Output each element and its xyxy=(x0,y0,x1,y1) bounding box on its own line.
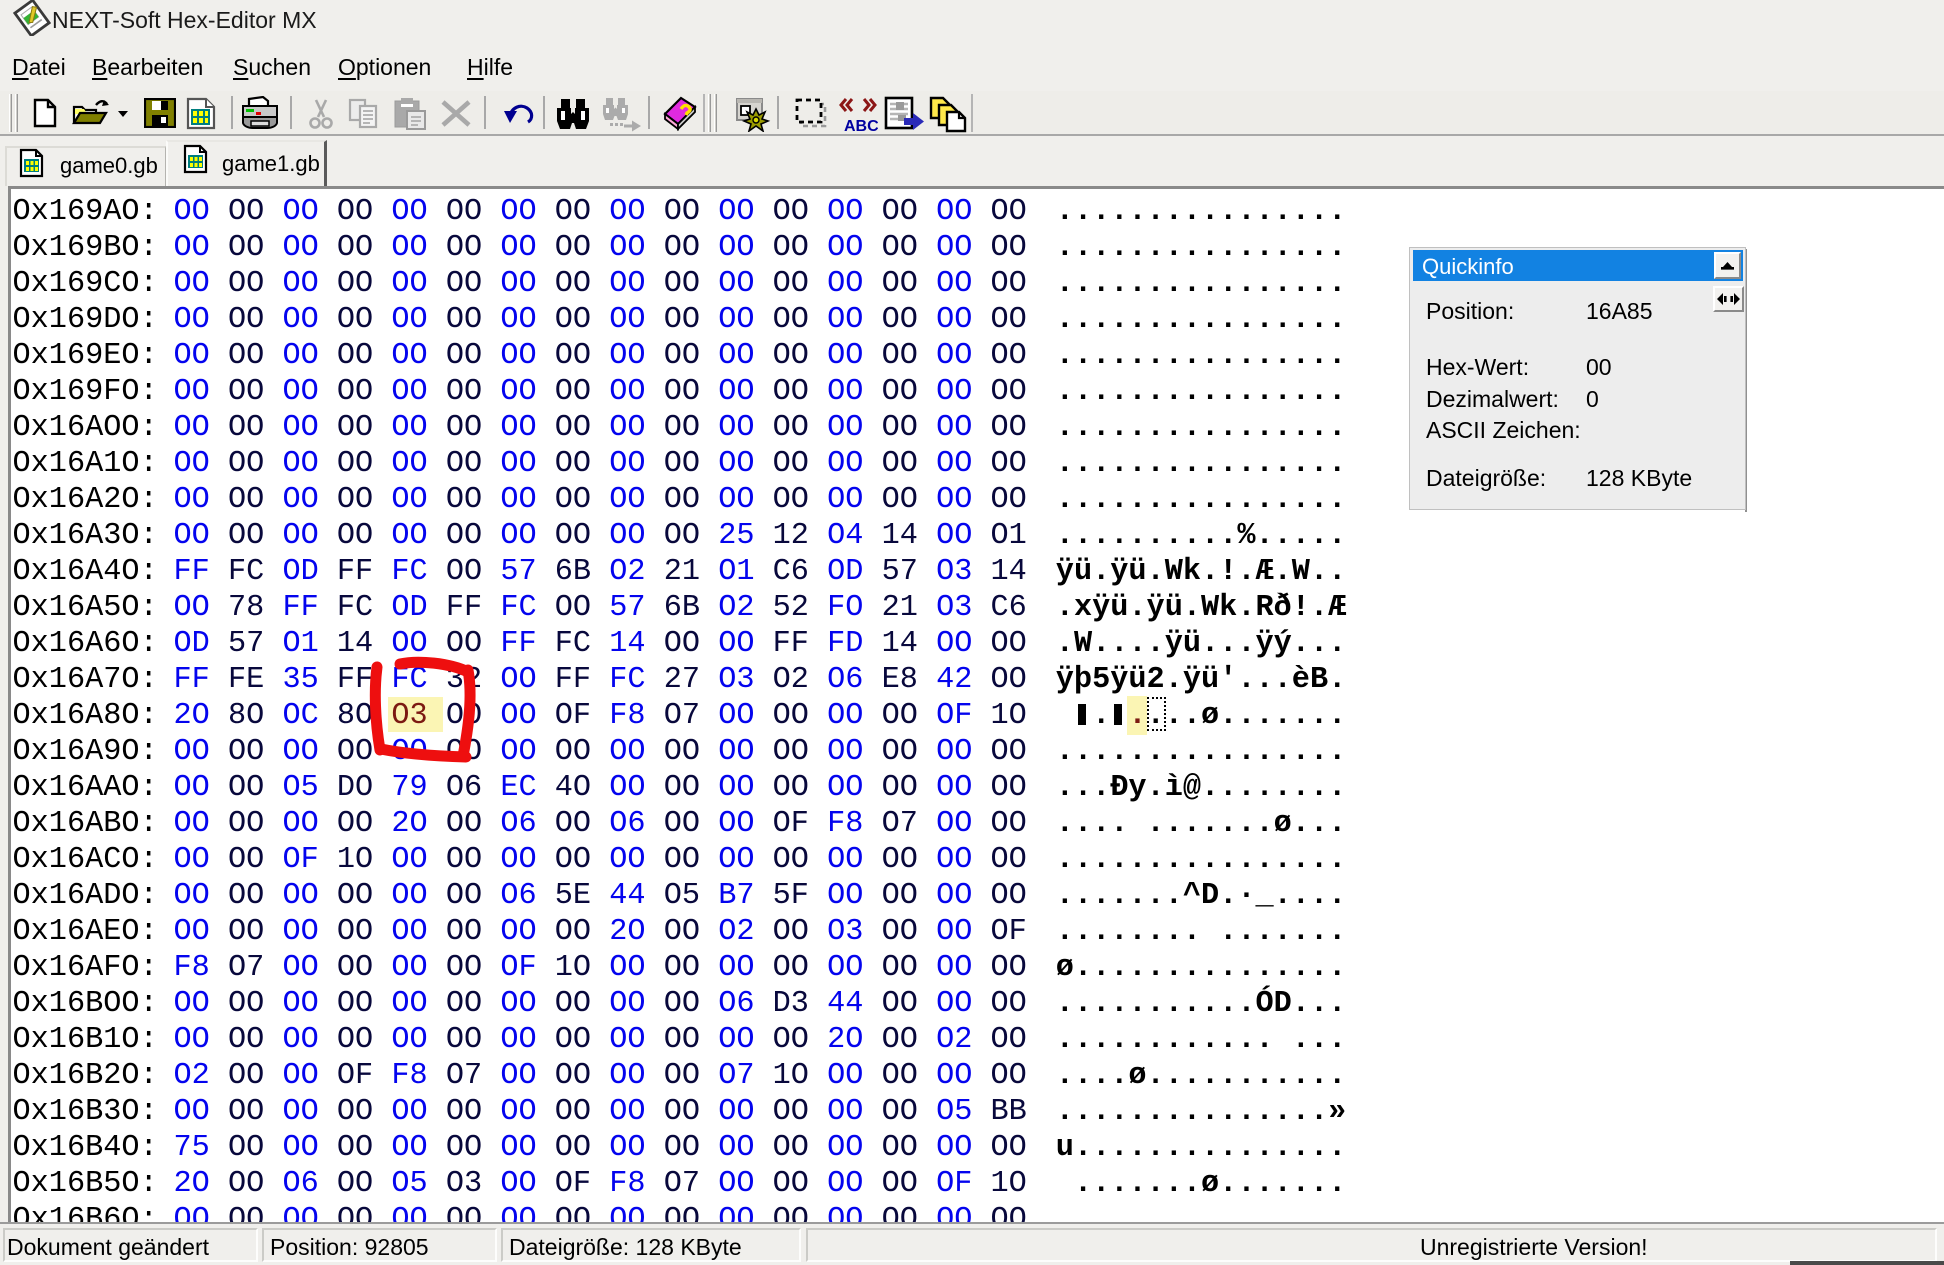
svg-text:ABC: ABC xyxy=(844,118,878,134)
